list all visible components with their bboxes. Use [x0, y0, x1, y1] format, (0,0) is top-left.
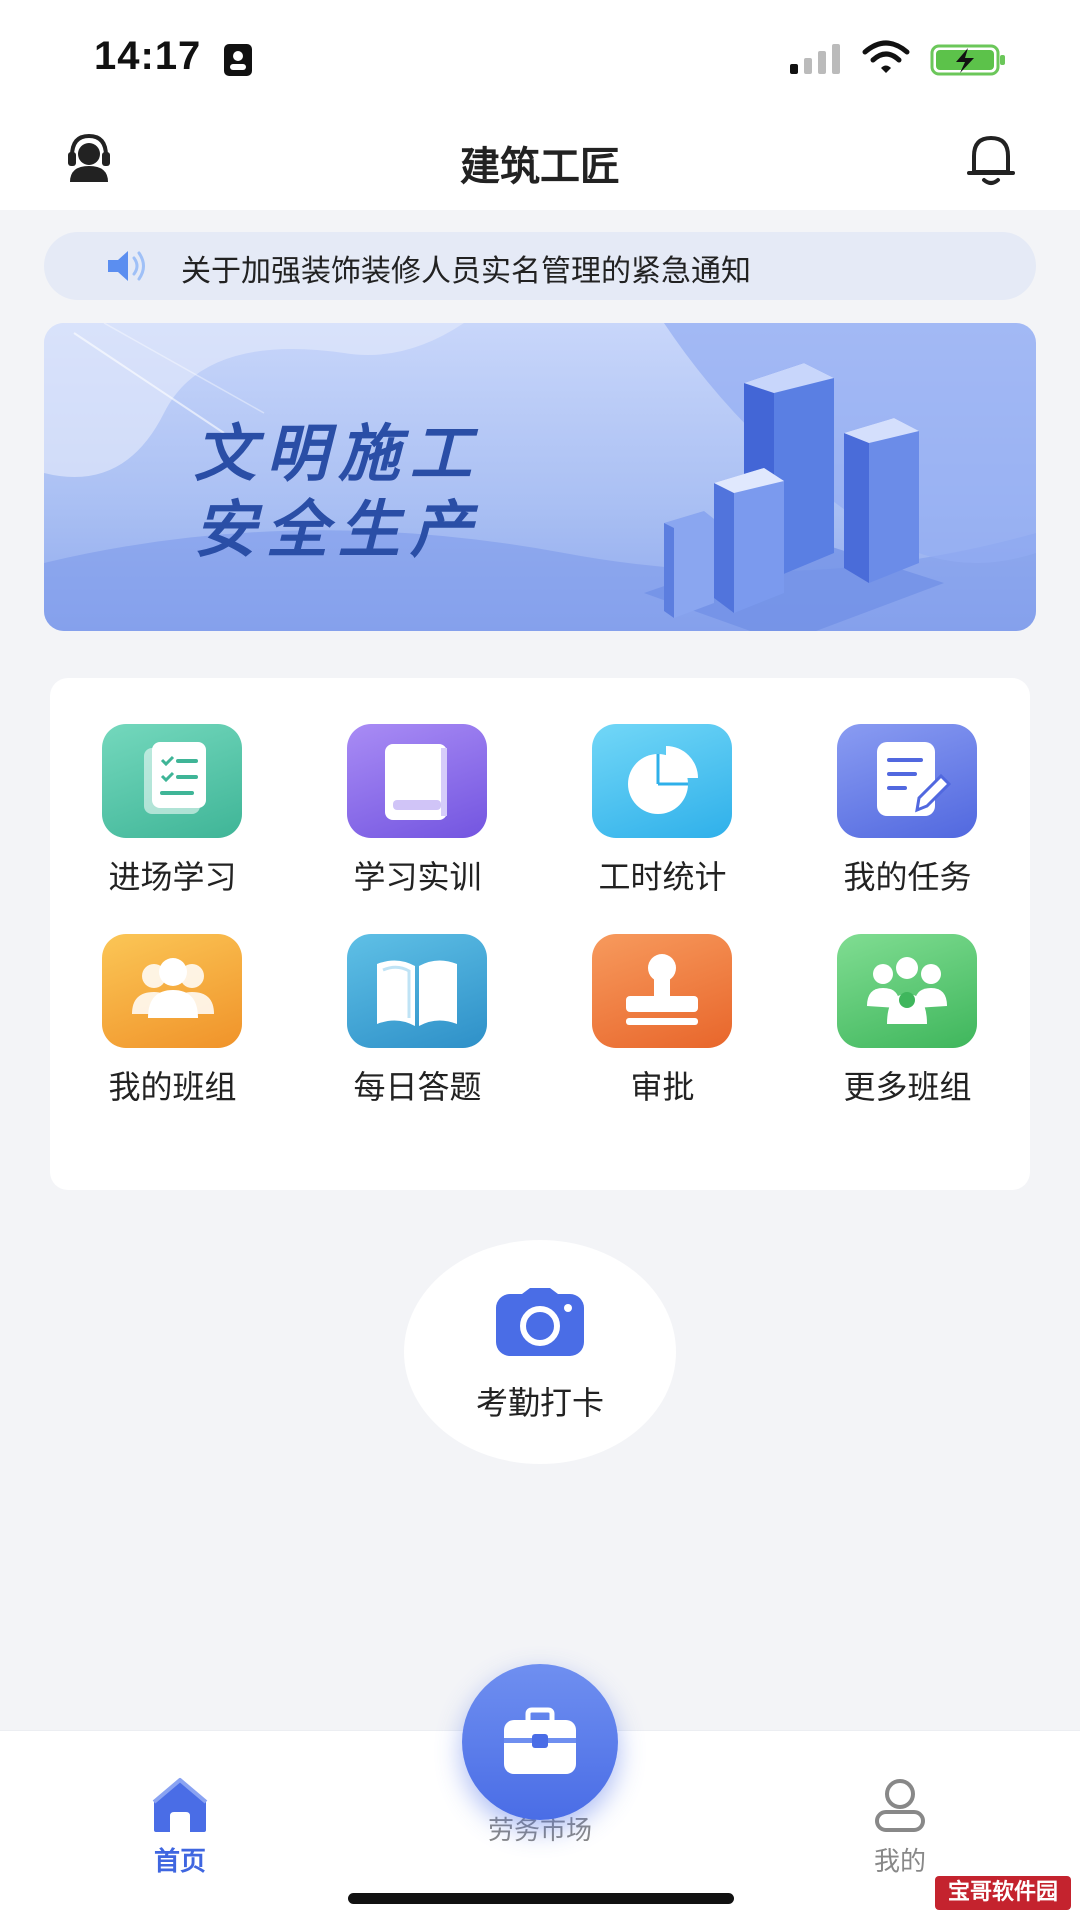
person-icon: [875, 1779, 925, 1832]
grid-item-work-hours[interactable]: 工时统计: [540, 724, 785, 924]
edit-note-icon: [837, 724, 977, 838]
tab-home[interactable]: 首页: [80, 1761, 280, 1891]
grid-item-training[interactable]: 学习实训: [295, 724, 540, 924]
watermark: 宝哥软件园: [935, 1876, 1071, 1910]
grid-item-label: 我的任务: [843, 858, 972, 896]
status-time: 14:17: [94, 34, 202, 78]
battery-charging-icon: [930, 44, 1005, 76]
grid-item-my-team[interactable]: 我的班组: [50, 934, 295, 1134]
contact-card-icon: [224, 44, 252, 76]
wifi-icon: [862, 40, 910, 73]
team-icon: [102, 934, 242, 1048]
grid-item-label: 审批: [630, 1068, 695, 1106]
grid-item-label: 学习实训: [353, 858, 482, 896]
tab-home-label: 首页: [153, 1847, 206, 1877]
grid-item-label: 进场学习: [108, 858, 237, 896]
briefcase-icon: [504, 1707, 576, 1774]
status-bar: 14:17: [0, 0, 1080, 110]
attendance-checkin-button[interactable]: 考勤打卡: [404, 1240, 676, 1464]
tab-mine-label: 我的: [873, 1847, 926, 1877]
checkin-label: 考勤打卡: [475, 1384, 604, 1422]
nav-bar: 建筑工匠: [0, 110, 1080, 210]
book-icon: [347, 724, 487, 838]
stamp-icon: [592, 934, 732, 1048]
pie-chart-icon: [592, 724, 732, 838]
grid-item-daily-quiz[interactable]: 每日答题: [295, 934, 540, 1134]
bell-icon[interactable]: [964, 130, 1018, 188]
grid-item-label: 工时统计: [598, 858, 727, 896]
grid-item-approval[interactable]: 审批: [540, 934, 785, 1134]
banner-illustration: [44, 323, 1036, 631]
home-indicator: [348, 1893, 734, 1904]
cellular-signal-icon: [790, 44, 840, 74]
checklist-doc-icon: [102, 724, 242, 838]
notice-bar[interactable]: 关于加强装饰装修人员实名管理的紧急通知: [44, 232, 1036, 300]
grid-item-my-tasks[interactable]: 我的任务: [785, 724, 1030, 924]
tab-mine[interactable]: 我的: [800, 1761, 1000, 1891]
open-book-icon: [347, 934, 487, 1048]
speaker-icon: [108, 251, 145, 281]
group-icon: [837, 934, 977, 1048]
function-grid: 进场学习 学习实训 工时统计 我的任务 我的班组 每日答题 审批 更多班组: [50, 678, 1030, 1190]
grid-item-entry-study[interactable]: 进场学习: [50, 724, 295, 924]
grid-item-label: 我的班组: [108, 1068, 237, 1106]
notice-text: 关于加强装饰装修人员实名管理的紧急通知: [181, 254, 751, 289]
labor-market-button[interactable]: [462, 1664, 618, 1820]
grid-item-label: 每日答题: [353, 1068, 482, 1106]
home-icon: [152, 1778, 208, 1832]
grid-item-label: 更多班组: [843, 1068, 972, 1106]
grid-item-more-teams[interactable]: 更多班组: [785, 934, 1030, 1134]
camera-icon: [496, 1288, 584, 1356]
page-title: 建筑工匠: [460, 144, 620, 190]
banner[interactable]: 文明施工 安全生产: [44, 323, 1036, 631]
banner-slogan-line2: 安全生产: [194, 493, 483, 566]
